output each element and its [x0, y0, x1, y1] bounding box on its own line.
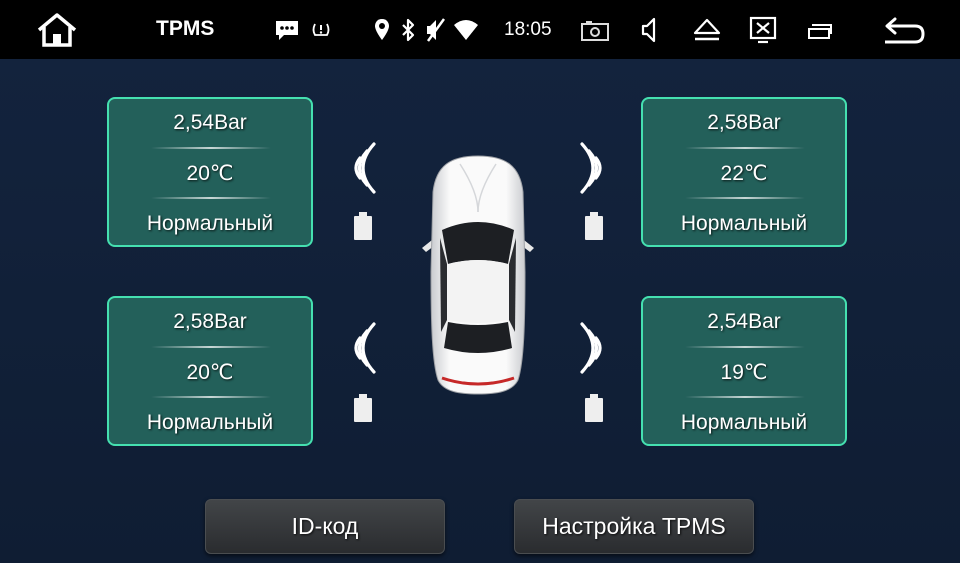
pressure-value: 2,58Bar [173, 310, 247, 333]
tpms-settings-button[interactable]: Настройка TPMS [514, 499, 754, 554]
eject-icon[interactable] [692, 17, 722, 43]
app-title: TPMS [156, 17, 215, 40]
mute-icon [423, 16, 449, 44]
status-value: Нормальный [680, 411, 808, 434]
divider [685, 346, 805, 348]
battery-icon [354, 394, 372, 422]
pressure-value: 2,54Bar [173, 111, 247, 134]
divider [685, 396, 805, 398]
signal-icon [354, 322, 376, 374]
battery-icon [585, 212, 603, 240]
tpms-icon [310, 18, 332, 40]
battery-icon [585, 394, 603, 422]
status-value: Нормальный [680, 212, 808, 235]
battery-icon [354, 212, 372, 240]
status-value: Нормальный [146, 212, 274, 235]
temperature-value: 19℃ [720, 361, 768, 384]
front-left-tire-card: 2,54Bar 20℃ Нормальный [107, 97, 313, 247]
screenshot-icon[interactable] [579, 19, 611, 43]
front-right-tire-card: 2,58Bar 22℃ Нормальный [641, 97, 847, 247]
temperature-value: 20℃ [186, 361, 234, 384]
rear-right-tire-card: 2,54Bar 19℃ Нормальный [641, 296, 847, 446]
clock: 18:05 [504, 19, 552, 40]
pressure-value: 2,58Bar [707, 111, 781, 134]
id-code-button[interactable]: ID-код [205, 499, 445, 554]
temperature-value: 22℃ [720, 162, 768, 185]
status-value: Нормальный [146, 411, 274, 434]
bluetooth-icon [398, 17, 418, 43]
divider [151, 197, 271, 199]
wifi-icon [452, 18, 480, 42]
car-icon [422, 155, 534, 395]
volume-icon[interactable] [638, 16, 662, 44]
home-icon[interactable] [34, 10, 80, 50]
back-icon[interactable] [880, 14, 928, 48]
status-bar: TPMS 18:05 [0, 0, 960, 59]
temperature-value: 20℃ [186, 162, 234, 185]
rear-left-tire-card: 2,58Bar 20℃ Нормальный [107, 296, 313, 446]
divider [151, 147, 271, 149]
recent-apps-icon[interactable] [806, 20, 834, 42]
location-icon [372, 17, 392, 43]
pressure-value: 2,54Bar [707, 310, 781, 333]
signal-icon [580, 142, 602, 194]
signal-icon [580, 322, 602, 374]
divider [151, 346, 271, 348]
divider [685, 147, 805, 149]
screen-off-icon[interactable] [748, 15, 778, 45]
signal-icon [354, 142, 376, 194]
divider [685, 197, 805, 199]
message-icon [274, 19, 300, 41]
divider [151, 396, 271, 398]
